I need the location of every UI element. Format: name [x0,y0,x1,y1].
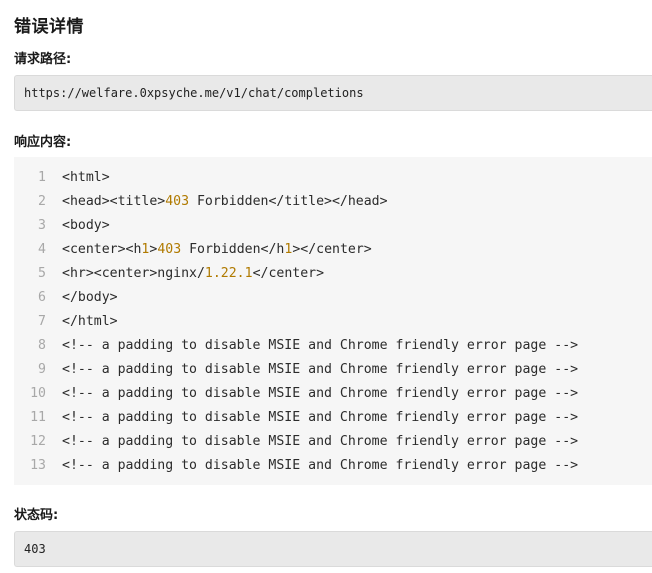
line-number: 1 [38,170,46,185]
code-text: <hr><center>nginx/1.22.1</center> [62,262,324,286]
code-line: 13 <!-- a padding to disable MSIE and Chr… [14,454,652,478]
line-number: 4 [38,242,46,257]
code-line: 6 </body> [14,286,652,310]
code-token: <!-- a padding to disable MSIE and Chrom… [62,386,579,401]
line-number: 5 [38,266,46,281]
code-line: 11 <!-- a padding to disable MSIE and Chr… [14,406,652,430]
line-number: 6 [38,290,46,305]
code-token: <body> [62,218,110,233]
code-token: <!-- a padding to disable MSIE and Chrom… [62,362,579,377]
code-token: Forbidden</title></head> [189,194,388,209]
code-token: <head><title> [62,194,166,209]
code-line: 1 <html> [14,166,652,190]
code-token: Forbidden</h [181,242,285,257]
code-line: 12 <!-- a padding to disable MSIE and Chr… [14,430,652,454]
code-text: <html> [62,166,110,190]
response-content-code-block[interactable]: 1 <html> 2 <head><title>403 Forbidden</titl… [14,157,652,485]
line-number: 8 [38,338,46,353]
code-token: <!-- a padding to disable MSIE and Chrom… [62,410,579,425]
code-token: </center> [252,266,325,281]
code-token: <!-- a padding to disable MSIE and Chrom… [62,338,579,353]
code-token: <!-- a padding to disable MSIE and Chrom… [62,458,579,473]
code-line: 2 <head><title>403 Forbidden</title></hea… [14,190,652,214]
code-text: <!-- a padding to disable MSIE and Chrom… [62,430,578,454]
status-code-value: 403 [24,542,46,556]
status-code-field[interactable]: 403 [14,531,652,567]
code-line: 5 <hr><center>nginx/1.22.1</center> [14,262,652,286]
line-number: 11 [30,410,46,425]
request-path-label: 请求路径: [14,52,72,67]
code-text: <!-- a padding to disable MSIE and Chrom… [62,382,578,406]
request-path-value: https://welfare.0xpsyche.me/v1/chat/comp… [24,86,364,100]
code-line: 9 <!-- a padding to disable MSIE and Chro… [14,358,652,382]
code-line: 4 <center><h1>403 Forbidden</h1></center> [14,238,652,262]
code-token: <hr><center>nginx/ [62,266,205,281]
code-text: <!-- a padding to disable MSIE and Chrom… [62,358,578,382]
code-token: </html> [62,314,118,329]
code-text: <!-- a padding to disable MSIE and Chrom… [62,406,578,430]
code-token: <!-- a padding to disable MSIE and Chrom… [62,434,579,449]
line-number: 3 [38,218,46,233]
code-text: <center><h1>403 Forbidden</h1></center> [62,238,372,262]
line-number: 2 [38,194,46,209]
status-code-label: 状态码: [14,508,59,523]
request-path-field[interactable]: https://welfare.0xpsyche.me/v1/chat/comp… [14,75,652,111]
code-token: </body> [62,290,118,305]
code-text: </body> [62,286,118,310]
line-number: 12 [30,434,46,449]
line-number: 9 [38,362,46,377]
code-token: <center><h [62,242,142,257]
code-line: 3 <body> [14,214,652,238]
code-text: <!-- a padding to disable MSIE and Chrom… [62,334,578,358]
code-number-token: 403 [165,194,190,209]
code-text: <head><title>403 Forbidden</title></head… [62,190,388,214]
code-line: 8 <!-- a padding to disable MSIE and Chro… [14,334,652,358]
code-text: </html> [62,310,118,334]
page-title: 错误详情 [14,17,84,37]
code-text: <body> [62,214,110,238]
code-line: 7 </html> [14,310,652,334]
response-content-label: 响应内容: [14,135,72,150]
line-number: 10 [30,386,46,401]
line-number: 7 [38,314,46,329]
code-text: <!-- a padding to disable MSIE and Chrom… [62,454,578,478]
code-number-token: 1.22.1 [204,266,253,281]
line-number: 13 [30,458,46,473]
code-line: 10 <!-- a padding to disable MSIE and Chr… [14,382,652,406]
code-token: ></center> [292,242,372,257]
code-number-token: 403 [157,242,182,257]
code-token: <html> [62,170,110,185]
